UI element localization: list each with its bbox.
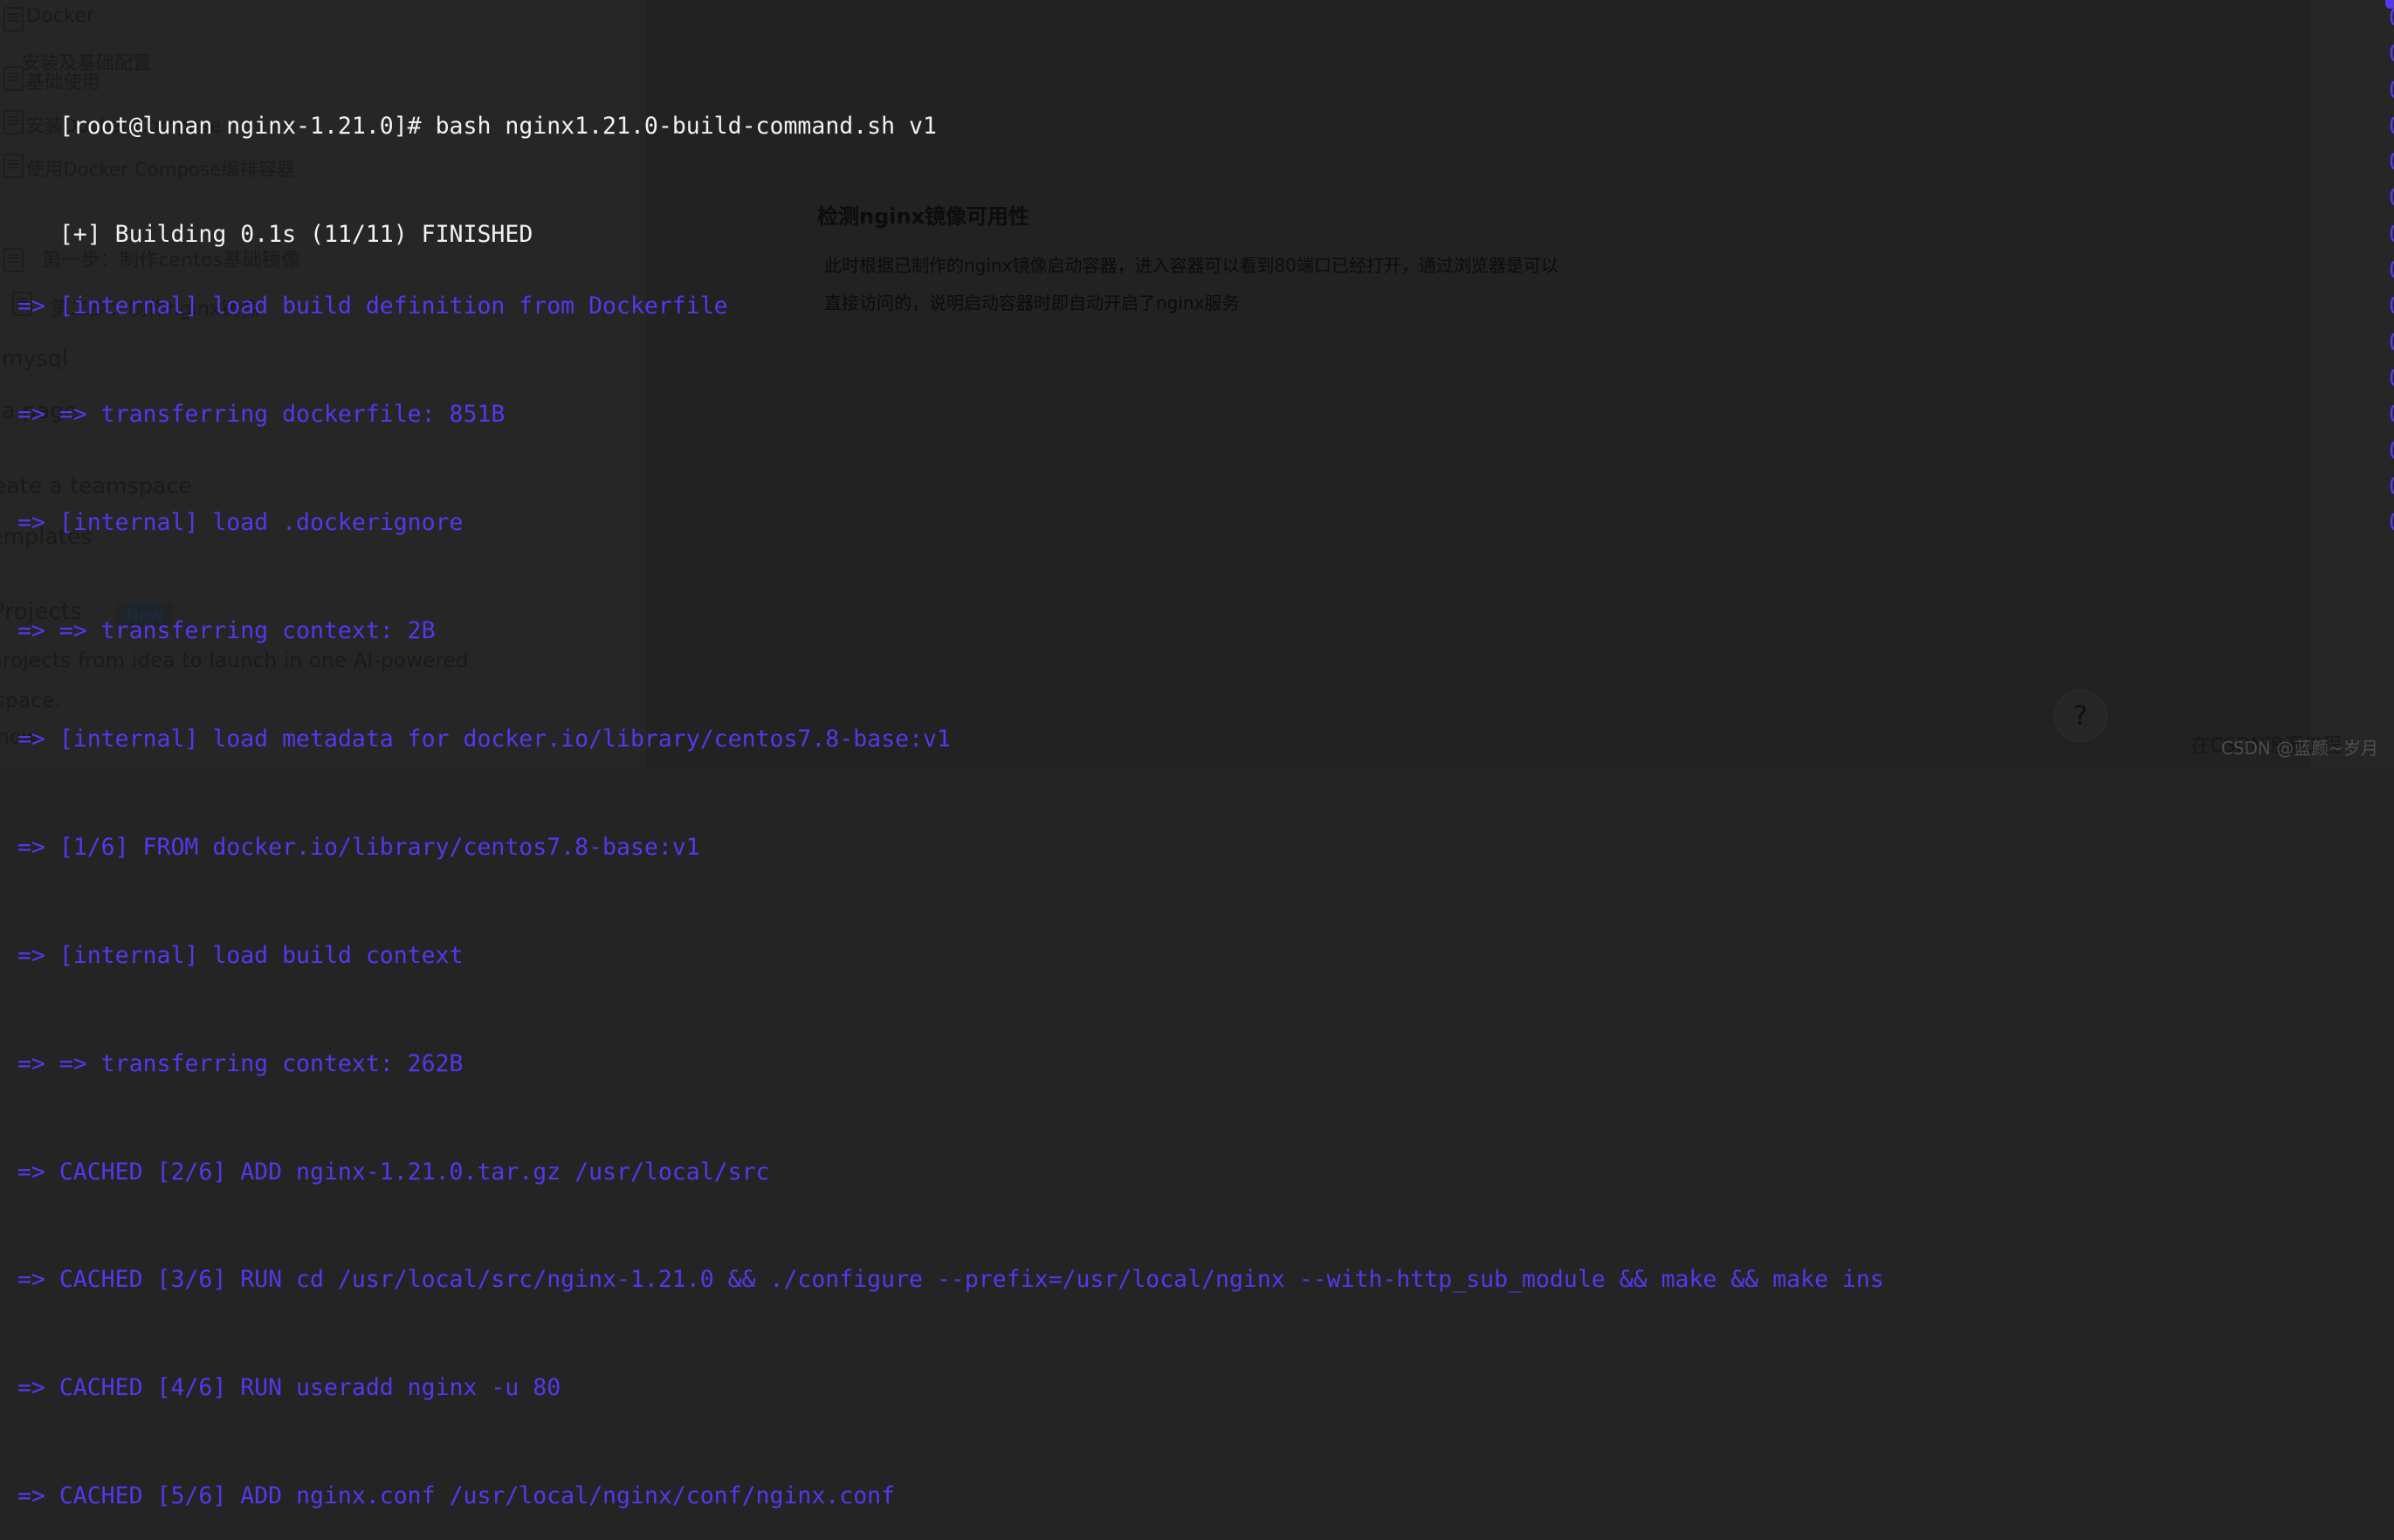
terminal-line: => => transferring dockerfile: 851B (0, 396, 2394, 432)
build-step-text: => [1/6] FROM docker.io/library/centos7.… (3, 833, 700, 861)
terminal-line: => [internal] load .dockerignore (0, 505, 2394, 540)
build-step-text: => [internal] load build context (3, 941, 464, 969)
build-step-text: => [internal] load build definition from… (3, 292, 728, 320)
terminal-output[interactable]: [root@lunan nginx-1.21.0]# bash nginx1.2… (0, 0, 2394, 1509)
terminal-line: => CACHED [2/6] ADD nginx-1.21.0.tar.gz … (0, 1154, 2394, 1190)
help-button[interactable]: ? (2054, 690, 2107, 742)
build-step-text: => => transferring context: 2B (3, 617, 436, 645)
question-mark-icon: ? (2074, 700, 2088, 732)
build-step-text: => CACHED [5/6] ADD nginx.conf /usr/loca… (3, 1482, 896, 1510)
build-status-line: [+] Building 0.1s (11/11) FINISHED (58, 220, 533, 248)
csdn-watermark: CSDN @蓝颜~岁月 (2220, 738, 2378, 759)
prompt-command: [root@lunan nginx-1.21.0]# bash nginx1.2… (58, 112, 937, 140)
build-step-text: => => transferring dockerfile: 851B (3, 401, 506, 429)
terminal-line: => => transferring context: 262B (0, 1046, 2394, 1082)
build-step-text: => CACHED [4/6] RUN useradd nginx -u 80 (3, 1374, 561, 1402)
build-step-text: => CACHED [2/6] ADD nginx-1.21.0.tar.gz … (3, 1158, 770, 1186)
terminal-line: => [1/6] FROM docker.io/library/centos7.… (0, 829, 2394, 865)
build-step-text: => => transferring context: 262B (3, 1049, 464, 1077)
annotation-line-2: 直接访问的，说明启动容器时即自动开启了nginx服务 (824, 292, 1240, 313)
accent-corner-marker (2385, 0, 2394, 9)
terminal-line-prompt-first: [root@lunan nginx-1.21.0]# bash nginx1.2… (0, 72, 2394, 140)
annotation-line-1: 此时根据已制作的nginx镜像启动容器，进入容器可以看到80端口已经打开，通过浏… (824, 255, 1558, 276)
build-timing-column: 0 0 0 0 0 0 0 0 0 0 0 0 0 0 0 (2389, 0, 2394, 540)
build-step-text: => CACHED [3/6] RUN cd /usr/local/src/ng… (3, 1266, 1884, 1294)
build-step-text: => [internal] load metadata for docker.i… (3, 725, 951, 753)
terminal-line: => CACHED [3/6] RUN cd /usr/local/src/ng… (0, 1262, 2394, 1297)
terminal-line: => => transferring context: 2B (0, 613, 2394, 649)
terminal-line: => [internal] load metadata for docker.i… (0, 721, 2394, 757)
terminal-line: => CACHED [5/6] ADD nginx.conf /usr/loca… (0, 1478, 2394, 1514)
terminal-line: => CACHED [4/6] RUN useradd nginx -u 80 (0, 1370, 2394, 1406)
build-step-text: => [internal] load .dockerignore (3, 509, 464, 537)
terminal-line-status: [+] Building 0.1s (11/11) FINISHED (0, 180, 2394, 248)
annotation-heading: 检测nginx镜像可用性 (817, 204, 1030, 229)
terminal-line: => [internal] load build context (0, 938, 2394, 973)
